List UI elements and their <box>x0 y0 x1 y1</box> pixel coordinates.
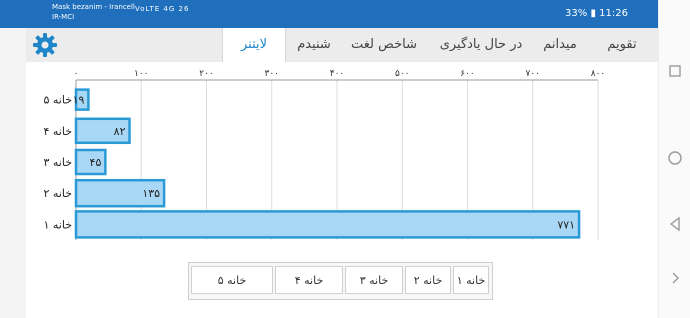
status-bar: Mask bezanim - Irancell IR-MCI VoLTE 4G … <box>0 0 658 28</box>
x-tick-label: ۷۰۰ <box>525 69 540 79</box>
x-tick-label: ۴۰۰ <box>330 69 345 79</box>
legend-button-box5[interactable]: خانه ۵ <box>191 266 273 294</box>
left-margin <box>0 28 26 318</box>
category-label: خانه ۱ <box>43 218 72 231</box>
chevron-right-icon[interactable] <box>667 270 683 286</box>
bar-value-label: ۷۷۱ <box>557 218 575 231</box>
tab-know[interactable]: میدانم <box>536 28 584 62</box>
clock: 11:26 <box>599 8 628 19</box>
triangle-back-icon[interactable] <box>667 216 683 232</box>
x-tick-label: ۰ <box>74 69 79 79</box>
bar-value-label: ۸۲ <box>114 125 126 138</box>
app-header: لایتنر شنیدم شاخص لغت در حال یادگیری مید… <box>26 28 658 63</box>
category-label: خانه ۵ <box>43 94 72 107</box>
tab-learning[interactable]: در حال یادگیری <box>426 28 536 62</box>
x-tick-label: ۸۰۰ <box>591 69 606 79</box>
legend-button-box3[interactable]: خانه ۳ <box>345 266 403 294</box>
category-label: خانه ۳ <box>43 156 72 169</box>
circle-home-icon[interactable] <box>667 150 683 166</box>
category-label: خانه ۲ <box>43 187 72 200</box>
tab-heard[interactable]: شنیدم <box>286 28 342 62</box>
x-tick-label: ۵۰۰ <box>395 69 410 79</box>
x-tick-label: ۱۰۰ <box>134 69 149 79</box>
x-tick-label: ۶۰۰ <box>460 69 475 79</box>
gear-icon[interactable] <box>32 32 58 58</box>
battery-level: 33% <box>565 8 588 19</box>
tab-leitner[interactable]: لایتنر <box>222 28 286 62</box>
signal-icons: VoLTE 4G 26 <box>135 5 190 13</box>
carrier-network: IR-MCI <box>52 13 75 21</box>
legend-button-box4[interactable]: خانه ۴ <box>275 266 343 294</box>
bar-value-label: ۱۳۵ <box>142 187 160 200</box>
x-tick-label: ۳۰۰ <box>264 69 279 79</box>
bar[interactable] <box>74 210 581 239</box>
category-label: خانه ۴ <box>43 125 72 138</box>
tab-calendar[interactable]: تقویم <box>592 28 652 62</box>
battery-icon: ▮ <box>590 8 596 19</box>
legend-bar: خانه ۵ خانه ۴ خانه ۳ خانه ۲ خانه ۱ <box>188 262 493 300</box>
x-tick-label: ۲۰۰ <box>199 69 214 79</box>
legend-button-box2[interactable]: خانه ۲ <box>405 266 451 294</box>
system-nav-bar <box>658 0 690 318</box>
bar-value-label: ۱۹ <box>73 94 85 107</box>
battery-time: 33% ▮ 11:26 <box>565 8 628 19</box>
carrier-name: Mask bezanim - Irancell <box>52 3 135 11</box>
bar-value-label: ۴۵ <box>90 156 102 169</box>
recent-apps-icon[interactable] <box>667 63 683 79</box>
legend-button-box1[interactable]: خانه ۱ <box>453 266 489 294</box>
tab-word-index[interactable]: شاخص لغت <box>342 28 426 62</box>
